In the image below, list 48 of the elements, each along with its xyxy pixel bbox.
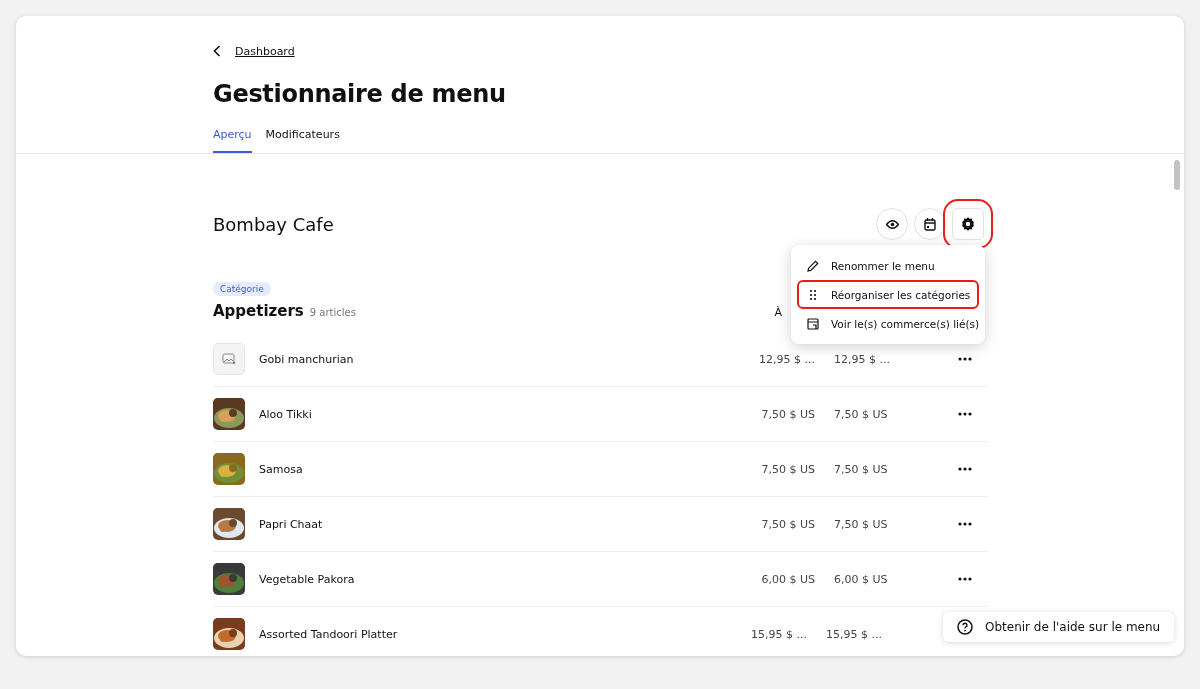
item-price: 7,50 $ US	[760, 517, 815, 531]
menu-item[interactable]: Renommer le menu	[797, 251, 979, 280]
store-icon	[807, 317, 819, 330]
preview-button[interactable]	[876, 208, 908, 240]
menu-item[interactable]: Réorganiser les catégories	[797, 280, 979, 309]
menu-name: Bombay Cafe	[213, 213, 334, 235]
back-icon[interactable]	[213, 45, 221, 57]
item-name: Samosa	[259, 462, 304, 476]
more-icon	[958, 467, 972, 471]
item-price: 7,50 $ US	[833, 462, 889, 476]
item-price: 6,00 $ US	[760, 572, 815, 586]
item-price: 7,50 $ US	[833, 517, 889, 531]
category-name: Appetizers	[213, 302, 304, 320]
item-price: 7,50 $ US	[760, 462, 815, 476]
help-icon	[957, 619, 973, 635]
tab[interactable]: Modificateurs	[265, 126, 340, 153]
more-icon	[958, 357, 972, 361]
drag-handle-icon	[807, 288, 819, 301]
item-price: 12,95 $ ...	[758, 352, 815, 366]
more-icon	[958, 522, 972, 526]
item-price: 7,50 $ US	[760, 407, 815, 421]
item-name: Gobi manchurian	[259, 352, 355, 366]
scrollbar[interactable]	[1174, 160, 1180, 190]
calendar-icon	[924, 217, 936, 231]
help-button[interactable]: Obtenir de l'aide sur le menu	[943, 612, 1175, 642]
eye-icon	[885, 219, 899, 229]
tab[interactable]: Aperçu	[213, 126, 252, 153]
more-icon	[958, 577, 972, 581]
item-price: 12,95 $ ...	[833, 352, 891, 366]
item-price: 7,50 $ US	[833, 407, 889, 421]
more-icon	[958, 412, 972, 416]
pencil-icon	[807, 259, 819, 272]
item-name: Vegetable Pakora	[259, 572, 356, 586]
menu-item[interactable]: Voir le(s) commerce(s) lié(s)	[797, 309, 979, 338]
schedule-button[interactable]	[914, 208, 946, 240]
item-name: Papri Chaat	[259, 517, 324, 531]
column-header: À	[774, 306, 782, 319]
item-price: 6,00 $ US	[833, 572, 889, 586]
image-placeholder-icon	[213, 343, 245, 375]
item-price: 15,95 $ ...	[750, 627, 807, 641]
item-price: 15,95 $ ...	[825, 627, 883, 641]
item-name: Aloo Tikki	[259, 407, 313, 421]
item-name: Assorted Tandoori Platter	[259, 627, 399, 641]
item-count: 9 articles	[309, 307, 356, 318]
settings-icon	[961, 217, 975, 231]
page-title: Gestionnaire de menu	[213, 80, 507, 108]
category-badge: Catégorie	[213, 282, 271, 296]
dashboard-link[interactable]: Dashboard	[235, 44, 295, 58]
